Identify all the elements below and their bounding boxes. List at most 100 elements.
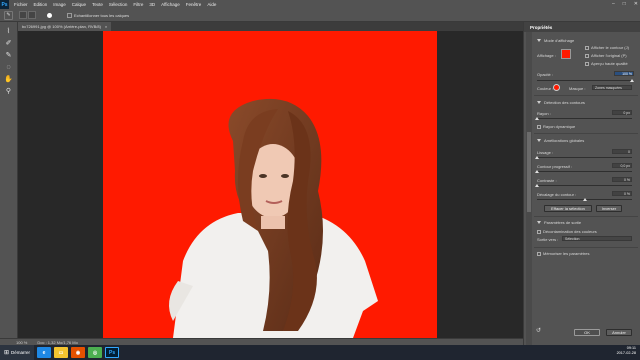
menu-filtre[interactable]: Filtre — [133, 2, 143, 7]
properties-titlebar: Propriétés — [524, 22, 640, 32]
cancel-button[interactable]: Annuler — [606, 329, 632, 336]
lasso-icon[interactable]: ◌ — [4, 64, 14, 72]
opacity-slider-knob[interactable] — [630, 79, 634, 82]
show-original-option[interactable]: Afficher l'original (P) — [585, 53, 627, 58]
opacity-slider[interactable] — [537, 80, 632, 81]
scroll-thumb[interactable] — [527, 132, 531, 212]
radius-slider[interactable] — [537, 118, 632, 119]
high-quality-option[interactable]: Aperçu haute qualité — [585, 61, 628, 66]
smooth-slider-knob[interactable] — [535, 156, 539, 159]
document-tab-bar: bc726991.jpg @ 100% (Arrière-plan, RVB/8… — [18, 22, 523, 31]
mask-mode-dropdown[interactable]: Zones masquées — [592, 85, 632, 90]
show-original-checkbox[interactable] — [585, 53, 589, 58]
new-selection-icon[interactable] — [19, 11, 27, 19]
output-settings-header[interactable]: Paramètres de sortie — [537, 220, 581, 225]
feather-slider[interactable] — [537, 171, 632, 172]
tools-panel: ⌇ ✐ ✎ ◌ ✋ ⚲ — [0, 22, 18, 338]
properties-panel: Propriétés Mode d'affichage Affichage : … — [523, 22, 640, 345]
view-mode-preview-icon[interactable] — [561, 49, 571, 59]
menu-texte[interactable]: Texte — [92, 2, 103, 7]
smart-radius-option[interactable]: Rayon dynamique — [537, 124, 575, 129]
radius-value[interactable]: 0 px — [612, 110, 632, 115]
taskbar-app-chrome-icon[interactable]: ◎ — [88, 347, 103, 358]
invert-button[interactable]: Inverser — [596, 205, 622, 212]
brush-size-picker[interactable] — [42, 11, 56, 20]
menu-3d[interactable]: 3D — [149, 2, 155, 7]
shift-edge-slider-knob[interactable] — [582, 198, 587, 201]
high-quality-checkbox[interactable] — [585, 61, 589, 66]
quick-selection-icon[interactable]: ⌇ — [4, 28, 14, 36]
taskbar-app-photoshop-icon[interactable]: Ps — [105, 347, 120, 358]
smooth-value[interactable]: 0 — [612, 149, 632, 154]
collapse-triangle-icon[interactable] — [537, 221, 541, 225]
decontaminate-checkbox[interactable] — [537, 229, 541, 234]
start-label: Démarrer — [11, 350, 31, 355]
taskbar-apps: e ▭ ◉ ◎ Ps — [34, 347, 120, 358]
taskbar-app-firefox-icon[interactable]: ◉ — [71, 347, 86, 358]
taskbar-app-ie-icon[interactable]: e — [37, 347, 52, 358]
quick-selection-tool-icon[interactable]: ✎ — [4, 10, 13, 20]
global-refinements-header[interactable]: Améliorations globales — [537, 138, 584, 143]
brush-preview-icon — [46, 12, 52, 18]
brush-icon[interactable]: ✎ — [4, 52, 14, 60]
display-label: Affichage : — [537, 53, 556, 58]
mask-label: Masque : — [569, 86, 586, 91]
canvas-area[interactable] — [18, 31, 523, 338]
color-swatch[interactable] — [553, 84, 560, 91]
menu-aide[interactable]: Aide — [207, 2, 216, 7]
contrast-slider-knob[interactable] — [535, 184, 539, 187]
contrast-value[interactable]: 0 % — [612, 177, 632, 182]
photoshop-logo[interactable]: Ps — [0, 0, 9, 9]
collapse-triangle-icon[interactable] — [537, 39, 541, 43]
refine-edge-brush-icon[interactable]: ✐ — [4, 40, 14, 48]
menu-affichage[interactable]: Affichage — [161, 2, 180, 7]
feather-label: Contour progressif : — [537, 164, 573, 169]
hand-icon[interactable]: ✋ — [4, 76, 14, 84]
shift-edge-value[interactable]: 0 % — [612, 191, 632, 196]
show-edge-checkbox[interactable] — [585, 45, 589, 50]
smooth-slider[interactable] — [537, 157, 632, 158]
image-canvas[interactable] — [103, 31, 437, 338]
menu-edition[interactable]: Edition — [34, 2, 48, 7]
feather-slider-knob[interactable] — [535, 170, 539, 173]
feather-value[interactable]: 0,0 px — [612, 163, 632, 168]
view-mode-header[interactable]: Mode d'affichage — [537, 38, 574, 43]
edge-detection-header[interactable]: Détection des contours — [537, 100, 585, 105]
opacity-value[interactable]: 100 % — [614, 71, 634, 76]
ok-button[interactable]: OK — [574, 329, 600, 336]
start-button[interactable]: ⊞ Démarrer — [0, 345, 35, 360]
collapse-triangle-icon[interactable] — [537, 101, 541, 105]
smart-radius-checkbox[interactable] — [537, 124, 541, 129]
zoom-level[interactable]: 100 % — [16, 340, 27, 345]
menu-fichier[interactable]: Fichier — [14, 2, 28, 7]
taskbar-app-fichiers-icon[interactable]: ▭ — [54, 347, 69, 358]
contrast-slider[interactable] — [537, 185, 632, 186]
collapse-triangle-icon[interactable] — [537, 139, 541, 143]
close-tab-icon[interactable]: × — [105, 22, 107, 31]
clock-date[interactable]: 2017-02-28 — [617, 351, 636, 356]
sample-all-layers-checkbox[interactable] — [67, 12, 72, 18]
remember-settings-checkbox[interactable] — [537, 251, 541, 256]
minimize-icon[interactable]: – — [612, 1, 615, 7]
properties-scrollbar[interactable] — [526, 32, 532, 345]
menu-calque[interactable]: Calque — [72, 2, 86, 7]
document-tab[interactable]: bc726991.jpg @ 100% (Arrière-plan, RVB/8… — [18, 22, 112, 31]
menu-selection[interactable]: Sélection — [109, 2, 128, 7]
smooth-label: Lissage : — [537, 150, 554, 155]
show-edge-option[interactable]: Afficher le contour (J) — [585, 45, 629, 50]
clear-selection-button[interactable]: Effacer la sélection — [544, 205, 592, 212]
color-label: Couleur : — [537, 86, 554, 91]
radius-slider-knob[interactable] — [535, 117, 539, 120]
document-info[interactable]: Doc : 1,32 Mo/1,76 Mo — [37, 340, 77, 345]
maximize-icon[interactable]: □ — [623, 1, 626, 7]
menu-fenetre[interactable]: Fenêtre — [186, 2, 202, 7]
decontaminate-option[interactable]: Décontamination des couleurs — [537, 229, 597, 234]
remember-settings-option[interactable]: Mémoriser les paramètres — [537, 251, 589, 256]
output-to-dropdown[interactable]: Sélection — [562, 236, 632, 241]
selection-mode-group — [19, 11, 36, 19]
reset-icon[interactable]: ↺ — [536, 328, 543, 335]
zoom-icon[interactable]: ⚲ — [4, 88, 14, 96]
add-selection-icon[interactable] — [28, 11, 36, 19]
menu-image[interactable]: Image — [53, 2, 66, 7]
close-icon[interactable]: ✕ — [634, 1, 638, 7]
